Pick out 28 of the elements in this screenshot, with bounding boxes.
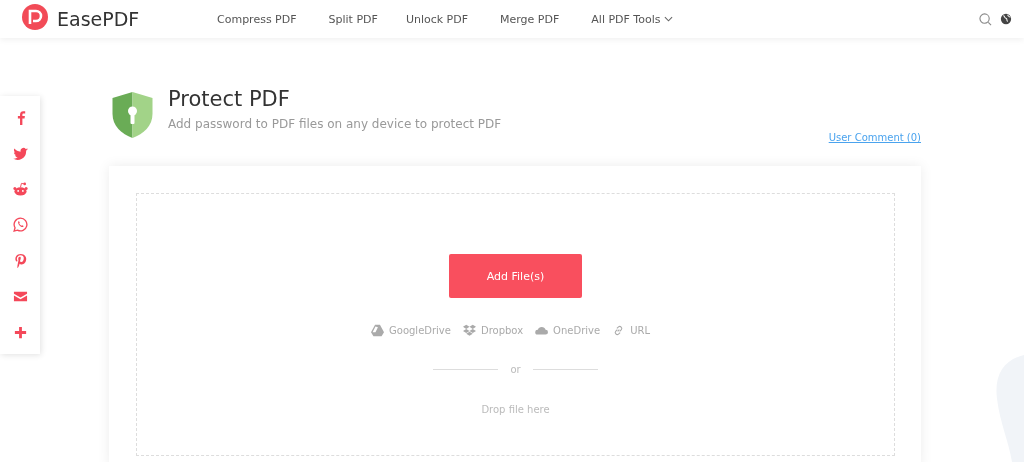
separator-text: or <box>510 364 521 375</box>
whatsapp-icon[interactable] <box>12 217 28 233</box>
nav-link[interactable]: Merge PDF <box>500 12 560 26</box>
search-icon[interactable] <box>979 12 992 26</box>
source-link[interactable]: Dropbox <box>462 324 524 337</box>
page-subtitle: Add password to PDF files on any device to protect PDF <box>168 117 502 131</box>
pinterest-icon[interactable] <box>12 253 28 269</box>
page-title: Protect PDF <box>168 87 291 111</box>
shield-lock-icon <box>112 92 153 138</box>
drop-hint: Drop file here <box>481 404 550 415</box>
logo-icon <box>22 4 48 30</box>
source-link[interactable]: URL <box>612 324 650 337</box>
cloud-icon <box>535 324 549 337</box>
nav-link[interactable]: Split PDF <box>328 12 378 26</box>
nav-link[interactable]: Compress PDF <box>217 12 297 26</box>
user-comment-link[interactable]: User Comment (0) <box>828 132 921 145</box>
drop-zone[interactable]: Add File(s) GoogleDrive Dropbox OneDrive URL or Drop file here <box>136 193 895 456</box>
globe-icon[interactable] <box>1000 13 1012 25</box>
source-link[interactable]: GoogleDrive <box>371 324 451 337</box>
plus-icon[interactable] <box>12 324 28 340</box>
twitter-icon[interactable] <box>12 146 28 162</box>
source-link[interactable]: OneDrive <box>535 324 601 337</box>
brand-name[interactable]: EasePDF <box>57 8 140 30</box>
add-files-button[interactable]: Add File(s) <box>449 254 582 298</box>
dropbox-icon <box>462 324 476 337</box>
nav-link[interactable]: All PDF Tools <box>591 12 674 26</box>
nav-link[interactable]: Unlock PDF <box>405 12 469 26</box>
alien-head-icon[interactable] <box>12 181 28 197</box>
